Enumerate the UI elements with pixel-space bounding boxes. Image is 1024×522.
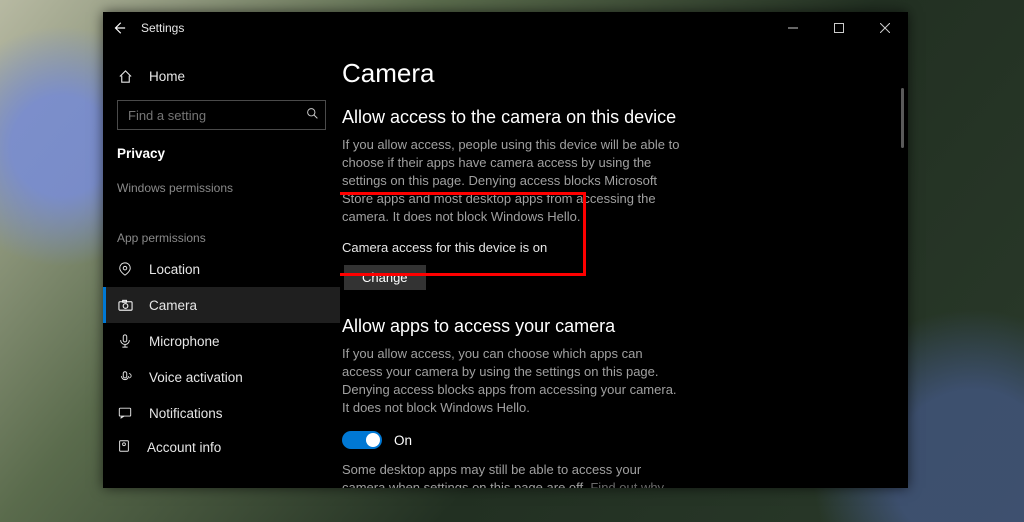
sidebar-item-camera[interactable]: Camera xyxy=(103,287,340,323)
home-icon xyxy=(117,69,133,84)
apps-access-toggle[interactable]: On xyxy=(342,431,888,449)
sidebar-section-windows-permissions[interactable]: Windows permissions xyxy=(103,161,340,201)
section-2-heading: Allow apps to access your camera xyxy=(342,316,888,337)
vertical-scrollbar[interactable] xyxy=(901,88,904,148)
sidebar-item-home[interactable]: Home xyxy=(103,58,340,94)
back-button[interactable] xyxy=(103,12,135,44)
sidebar-item-location[interactable]: Location xyxy=(103,251,340,287)
sidebar-item-microphone[interactable]: Microphone xyxy=(103,323,340,359)
search-icon xyxy=(306,107,319,123)
account-icon xyxy=(117,439,131,456)
camera-access-status: Camera access for this device is on xyxy=(342,240,888,255)
sidebar-section-app-permissions: App permissions xyxy=(103,201,340,251)
section-1-heading: Allow access to the camera on this devic… xyxy=(342,107,888,128)
toggle-state-label: On xyxy=(394,433,412,448)
sidebar: Home Privacy Windows permissions App per… xyxy=(103,44,340,488)
section-1-description: If you allow access, people using this d… xyxy=(342,136,682,226)
toggle-track xyxy=(342,431,382,449)
sidebar-item-account-info[interactable]: Account info xyxy=(103,437,340,457)
arrow-left-icon xyxy=(112,21,126,35)
sidebar-item-label: Camera xyxy=(149,298,197,313)
sidebar-item-voice-activation[interactable]: Voice activation xyxy=(103,359,340,395)
section-2-description: If you allow access, you can choose whic… xyxy=(342,345,682,417)
toggle-thumb xyxy=(366,433,380,447)
settings-window: Settings Home xyxy=(103,12,908,488)
page-title: Camera xyxy=(342,58,888,89)
content-pane: Camera Allow access to the camera on thi… xyxy=(340,44,908,488)
sidebar-item-label: Home xyxy=(149,69,185,84)
search-field[interactable] xyxy=(126,107,306,124)
location-icon xyxy=(117,262,133,276)
change-button[interactable]: Change xyxy=(344,265,426,290)
titlebar: Settings xyxy=(103,12,908,44)
voice-icon xyxy=(117,370,133,384)
window-title: Settings xyxy=(141,21,184,35)
desktop-background: Settings Home xyxy=(0,0,1024,522)
sidebar-item-label: Notifications xyxy=(149,406,223,421)
sidebar-item-notifications[interactable]: Notifications xyxy=(103,395,340,431)
sidebar-item-label: Location xyxy=(149,262,200,277)
maximize-button[interactable] xyxy=(816,12,862,44)
minimize-button[interactable] xyxy=(770,12,816,44)
search-input[interactable] xyxy=(117,100,326,130)
microphone-icon xyxy=(117,334,133,348)
notifications-icon xyxy=(117,406,133,420)
find-out-why-link[interactable]: Find out why xyxy=(590,480,664,488)
sidebar-item-label: Microphone xyxy=(149,334,220,349)
close-button[interactable] xyxy=(862,12,908,44)
sidebar-item-label: Account info xyxy=(147,440,221,455)
sidebar-item-label: Voice activation xyxy=(149,370,243,385)
desktop-apps-note: Some desktop apps may still be able to a… xyxy=(342,461,682,488)
sidebar-group-current: Privacy xyxy=(103,134,340,161)
camera-icon xyxy=(117,298,133,313)
